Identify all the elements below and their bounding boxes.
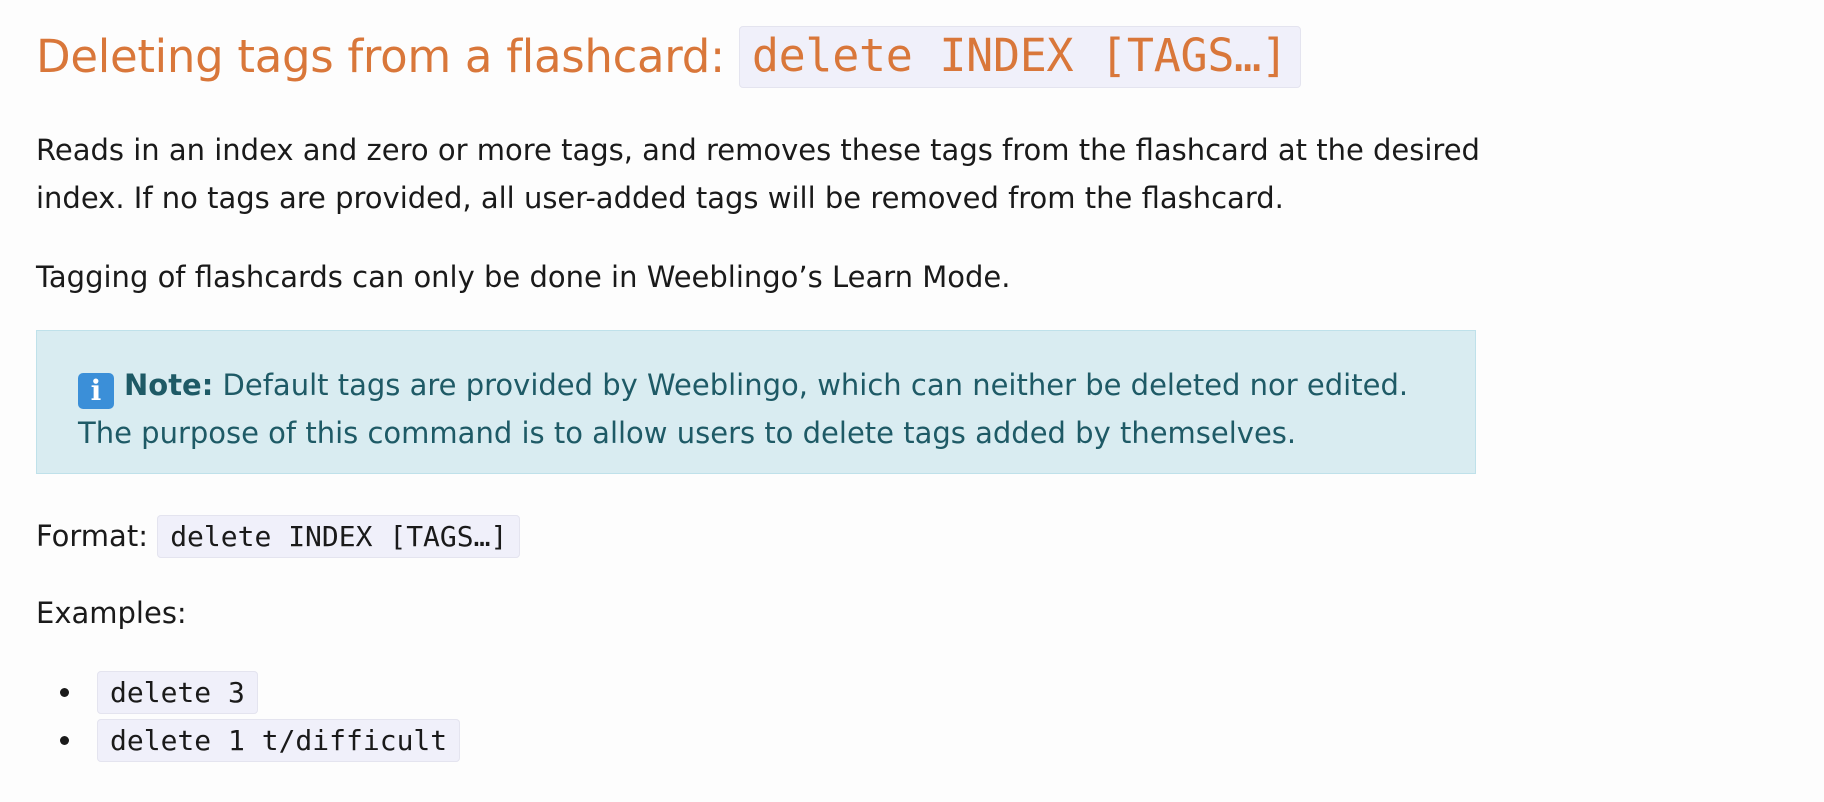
section-heading: Deleting tags from a flashcard: delete I… (36, 26, 1301, 88)
note-text: Default tags are provided by Weeblingo, … (78, 368, 1409, 450)
format-label: Format: (36, 519, 158, 553)
format-code: delete INDEX [TAGS…] (157, 515, 521, 558)
note-label: Note: (124, 368, 214, 402)
list-item: delete 3 (36, 668, 460, 716)
description-paragraph: Reads in an index and zero or more tags,… (36, 133, 1480, 215)
examples-label: Examples: (36, 596, 187, 630)
example-code: delete 3 (97, 671, 258, 714)
format-line: Format: delete INDEX [TAGS…] (36, 512, 521, 561)
bullet-icon (60, 736, 69, 745)
heading-command-code: delete INDEX [TAGS…] (738, 26, 1301, 88)
heading-text: Deleting tags from a flashcard: (36, 30, 725, 84)
example-code: delete 1 t/difficult (97, 719, 461, 762)
examples-list: delete 3 delete 1 t/difficult (36, 668, 461, 764)
info-icon: i (78, 373, 114, 409)
note-callout: i Note: Default tags are provided by Weeb… (36, 330, 1476, 474)
bullet-icon (60, 688, 69, 697)
learn-mode-paragraph: Tagging of flashcards can only be done i… (36, 260, 1011, 294)
list-item: delete 1 t/difficult (36, 716, 461, 764)
